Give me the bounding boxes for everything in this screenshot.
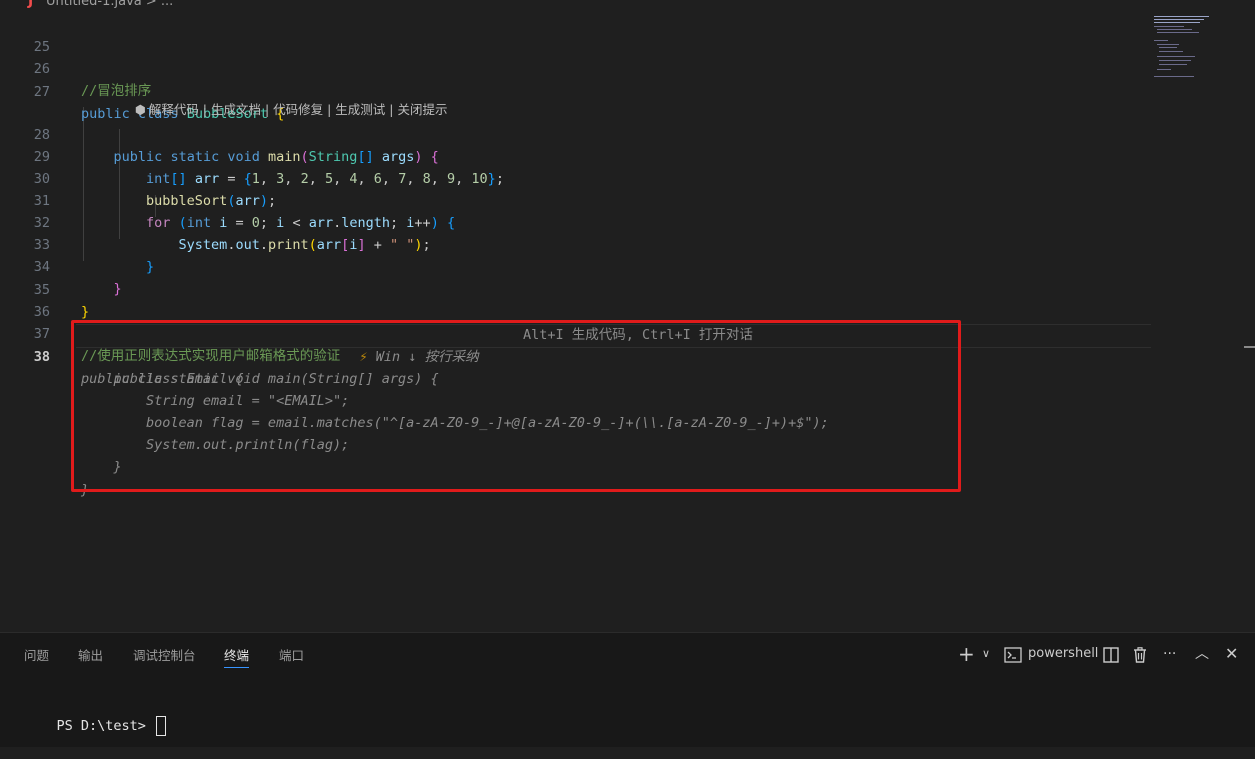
chevron-down-icon[interactable]: ∨ [982,643,990,665]
ghost-suggestion-line: } [81,459,122,475]
code-line[interactable]: 33 } [0,212,154,275]
code-line[interactable]: 30 bubbleSort(arr); [0,146,276,209]
new-terminal-button[interactable]: + [958,643,975,665]
scrollbar-marker[interactable] [1244,346,1255,348]
ghost-suggestion-line: String email = "<EMAIL>"; [81,393,350,409]
code-line[interactable]: 27 public class BubbleSort { [0,59,285,122]
ai-assistant-icon: ⬢ [134,102,146,117]
code-line[interactable]: 31 for (int i = 0; i < arr.length; i++) … [0,168,455,231]
tab-ports[interactable]: 端口 [279,645,304,667]
code-editor[interactable]: 25 26 //冒泡排序 27 public class BubbleSort … [0,14,1255,632]
code-line[interactable]: 36 [0,279,50,320]
terminal-prompt-line[interactable]: PS D:\test> [24,693,167,736]
code-text: int[] arr = {1, 3, 2, 5, 4, 6, 7, 8, 9, … [146,171,504,187]
minimap[interactable] [1154,16,1214,86]
shell-selector[interactable]: powershell [1028,643,1098,665]
codelens-actions[interactable]: ⬢ 解释代码 | 生成文档 | 代码修复 | 生成测试 | 关闭提示 [119,80,448,117]
ghost-suggestion-line: } [81,482,90,498]
code-line[interactable]: 34 } [0,234,122,297]
tab-debug-console[interactable]: 调试控制台 [133,645,196,667]
terminal-cursor [156,716,167,736]
java-file-icon: J [28,0,34,9]
code-line[interactable]: 32 System.out.print(arr[i] + " "); [0,190,431,253]
ghost-suggestion-line: System.out.println(flag); [81,437,350,453]
highlight-annotation-box [71,320,961,492]
code-line-active[interactable]: 38 public class Email { [0,324,244,387]
more-actions-icon[interactable]: ··· [1163,643,1176,665]
code-line[interactable]: 28 public static void main(String[] args… [0,102,439,165]
code-text: System.out.print(arr[i] + " "); [178,237,431,253]
terminal-prompt: PS D:\test> [56,718,146,734]
split-terminal-icon[interactable] [1103,643,1119,665]
code-text: for (int i = 0; i < arr.length; i++) { [146,215,456,231]
code-text: } [113,281,122,297]
ghost-suggestion-line: boolean flag = email.matches("^[a-zA-Z0-… [81,415,829,431]
codelens-text[interactable]: 解释代码 | 生成文档 | 代码修复 | 生成测试 | 关闭提示 [149,102,448,117]
code-line[interactable]: 37 //使用正则表达式实现用户邮箱格式的验证 [0,301,341,364]
code-line[interactable]: 26 //冒泡排序 [0,36,152,99]
maximize-panel-icon[interactable]: ︿ [1195,643,1209,665]
trash-icon[interactable] [1133,643,1147,665]
code-line[interactable]: 29 int[] arr = {1, 3, 2, 5, 4, 6, 7, 8, … [0,124,504,187]
close-icon[interactable]: ✕ [1225,643,1238,665]
tab-output[interactable]: 输出 [78,645,103,667]
ghost-suggestion-line: public static void main(String[] args) { [81,371,439,387]
code-line[interactable]: 35 } [0,257,89,320]
code-text: } [146,259,155,275]
bottom-panel: 问题 输出 调试控制台 终端 端口 + ∨ powershell ··· ︿ ✕… [0,632,1255,747]
tab-terminal[interactable]: 终端 [224,645,250,668]
code-line[interactable]: 25 [0,14,50,55]
breadcrumb[interactable]: J Untitled-1.java > ... [0,0,1255,14]
line-number: 27 [33,84,50,100]
breadcrumb-text[interactable]: Untitled-1.java > ... [46,0,173,9]
terminal-shell-icon [1004,643,1022,665]
code-text: public static void main(String[] args) { [113,149,439,165]
code-text: bubbleSort(arr); [146,193,277,209]
tab-problems[interactable]: 问题 [24,645,49,667]
